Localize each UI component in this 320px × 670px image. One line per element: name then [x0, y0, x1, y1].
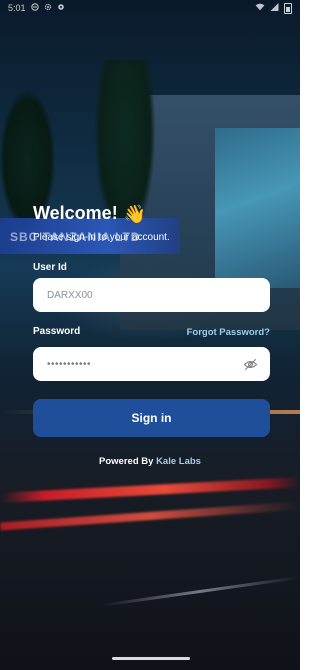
- wifi-icon: [255, 3, 265, 13]
- user-id-input[interactable]: [45, 288, 258, 302]
- forgot-password-link[interactable]: Forgot Password?: [187, 327, 270, 338]
- welcome-heading: Welcome! 👋: [33, 203, 146, 224]
- sign-in-button[interactable]: Sign in: [33, 399, 270, 437]
- eye-off-icon[interactable]: [243, 356, 258, 372]
- login-screen: SBC TANZANIA LTD 5:01 Welcome! 👋 Please …: [0, 0, 300, 670]
- powered-by-brand: Kale Labs: [156, 456, 201, 467]
- dnd-icon: [30, 3, 39, 13]
- background-light-trail: [0, 477, 300, 503]
- password-input[interactable]: [45, 357, 243, 371]
- settings-icon: [57, 3, 65, 13]
- status-time: 5:01: [8, 3, 26, 13]
- background-billboard: [215, 128, 300, 288]
- user-id-field[interactable]: [33, 278, 270, 312]
- status-right: [255, 2, 292, 14]
- signal-icon: [270, 3, 279, 13]
- battery-icon: [284, 2, 292, 14]
- gear-icon: [44, 3, 52, 13]
- status-left: 5:01: [8, 3, 65, 13]
- page-subtitle: Please sign-in to your account.: [33, 232, 170, 243]
- background-light-trail: [0, 501, 300, 531]
- powered-by-prefix: Powered By: [99, 456, 157, 467]
- password-field[interactable]: [33, 347, 270, 381]
- password-label: Password: [33, 326, 81, 337]
- user-id-label: User Id: [33, 262, 67, 273]
- powered-by: Powered By Kale Labs: [0, 456, 300, 467]
- waving-hand-icon: 👋: [123, 203, 147, 224]
- background-light-trail: [100, 576, 300, 607]
- home-indicator[interactable]: [112, 657, 190, 660]
- status-bar: 5:01: [0, 0, 300, 16]
- page-title: Welcome!: [33, 203, 118, 223]
